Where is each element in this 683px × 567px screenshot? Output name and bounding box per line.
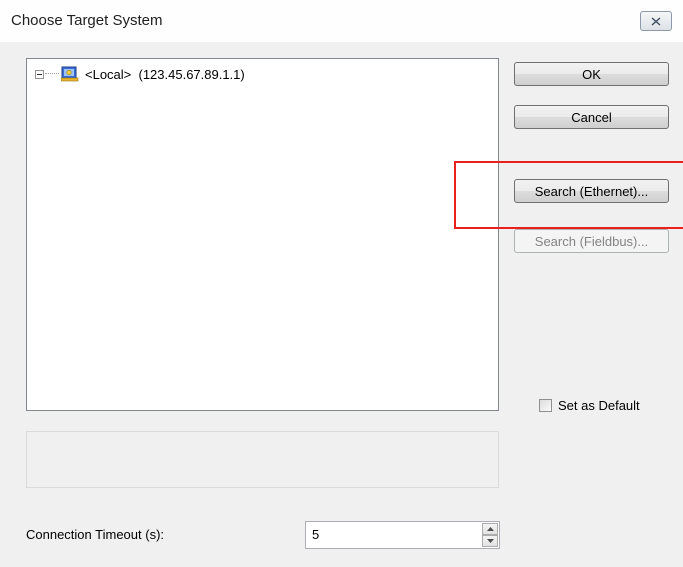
tree-item-label: <Local> (123.45.67.89.1.1) — [85, 66, 245, 82]
spin-up-button[interactable] — [482, 523, 498, 535]
collapse-minus-icon[interactable] — [35, 69, 44, 79]
cancel-button[interactable]: Cancel — [514, 105, 669, 129]
close-icon — [651, 16, 661, 26]
close-button[interactable] — [640, 11, 672, 31]
tree-connector-line — [45, 73, 59, 75]
connection-timeout-spinbox[interactable]: 5 — [305, 521, 500, 549]
connection-timeout-label: Connection Timeout (s): — [26, 527, 165, 542]
target-computer-icon — [61, 66, 79, 82]
set-as-default-checkbox[interactable] — [539, 399, 552, 412]
search-fieldbus-button: Search (Fieldbus)... — [514, 229, 669, 253]
arrow-up-icon — [486, 527, 494, 531]
spin-arrows — [482, 523, 498, 547]
set-as-default-option[interactable]: Set as Default — [539, 398, 640, 413]
set-as-default-label: Set as Default — [558, 398, 640, 413]
info-panel — [26, 431, 499, 488]
target-system-tree[interactable]: <Local> (123.45.67.89.1.1) — [26, 58, 499, 411]
arrow-down-icon — [486, 539, 494, 543]
spin-down-button[interactable] — [482, 535, 498, 547]
choose-target-system-dialog: Choose Target System <Local> (123.45.67.… — [0, 0, 683, 567]
connection-timeout-value[interactable]: 5 — [312, 527, 319, 542]
title-bar: Choose Target System — [0, 0, 683, 42]
tree-item-local[interactable]: <Local> (123.45.67.89.1.1) — [35, 64, 245, 84]
ok-button[interactable]: OK — [514, 62, 669, 86]
highlight-annotation — [454, 161, 683, 229]
dialog-title: Choose Target System — [11, 12, 163, 29]
